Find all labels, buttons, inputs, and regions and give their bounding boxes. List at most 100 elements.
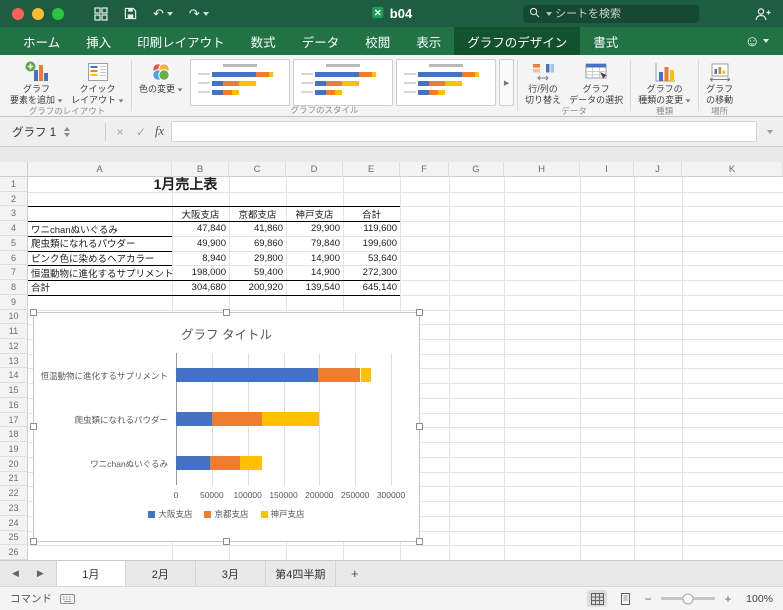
cell-table-title[interactable]: 1月売上表 bbox=[28, 176, 343, 192]
share-people-icon[interactable] bbox=[754, 7, 771, 21]
chart-title[interactable]: グラフ タイトル bbox=[34, 324, 419, 343]
column-header-E[interactable]: E bbox=[343, 162, 400, 177]
select-all-button[interactable] bbox=[0, 162, 28, 177]
search-input[interactable] bbox=[555, 7, 693, 20]
chart-style-thumbnail-2[interactable] bbox=[293, 59, 394, 106]
chart-style-thumbnail-1[interactable] bbox=[190, 59, 291, 106]
row-header-24[interactable]: 24 bbox=[0, 515, 28, 531]
redo-button[interactable]: ↷ bbox=[189, 7, 209, 20]
row-header-9[interactable]: 9 bbox=[0, 294, 28, 310]
insert-function-button[interactable]: fx bbox=[155, 124, 164, 139]
workbook-gallery-icon[interactable] bbox=[94, 6, 108, 21]
cell-value-r4c1[interactable]: 198,000 bbox=[172, 265, 229, 280]
chart-resize-handle-bottom-left[interactable] bbox=[30, 538, 37, 545]
row-header-18[interactable]: 18 bbox=[0, 427, 28, 443]
name-box[interactable]: グラフ 1 bbox=[12, 124, 98, 140]
ribbon-tab-6[interactable]: 表示 bbox=[403, 27, 454, 55]
name-box-stepper[interactable] bbox=[64, 126, 71, 137]
zoom-level-label[interactable]: 100% bbox=[741, 593, 773, 605]
select-data-button[interactable]: グラフ データの選択 bbox=[565, 59, 627, 107]
row-header-10[interactable]: 10 bbox=[0, 309, 28, 325]
row-header-21[interactable]: 21 bbox=[0, 471, 28, 487]
cell-column-header-4[interactable]: 合計 bbox=[343, 206, 400, 221]
cell-value-r4c4[interactable]: 272,300 bbox=[343, 265, 400, 280]
row-header-20[interactable]: 20 bbox=[0, 456, 28, 472]
minimize-window-button[interactable] bbox=[32, 7, 44, 20]
zoom-slider-knob[interactable] bbox=[682, 593, 694, 604]
cell-value-r3c3[interactable]: 14,900 bbox=[286, 251, 343, 266]
cell-column-header-1[interactable]: 大阪支店 bbox=[172, 206, 229, 221]
row-header-4[interactable]: 4 bbox=[0, 221, 28, 236]
chart-resize-handle-middle-right[interactable] bbox=[416, 423, 423, 430]
row-header-6[interactable]: 6 bbox=[0, 250, 28, 266]
cell-value-r4c3[interactable]: 14,900 bbox=[286, 265, 343, 280]
legend-item[interactable]: 大阪支店 bbox=[148, 508, 192, 520]
cell-column-header-3[interactable]: 神戸支店 bbox=[286, 206, 343, 221]
row-header-1[interactable]: 1 bbox=[0, 177, 28, 192]
cell-total-label[interactable]: 合計 bbox=[28, 280, 172, 295]
move-chart-button[interactable]: グラフ の移動 bbox=[702, 59, 737, 107]
cell-value-r1c4[interactable]: 119,600 bbox=[343, 221, 400, 236]
prev-sheet-icon[interactable]: ◀ bbox=[12, 568, 19, 579]
column-header-A[interactable]: A bbox=[28, 162, 172, 177]
chart-bar-segment[interactable] bbox=[176, 412, 212, 426]
feedback-smiley-button[interactable]: ☺ bbox=[745, 27, 769, 55]
sheet-tab-3[interactable]: 第4四半期 bbox=[266, 561, 336, 586]
zoom-out-button[interactable]: − bbox=[643, 592, 653, 606]
close-window-button[interactable] bbox=[12, 7, 24, 20]
zoom-in-button[interactable]: + bbox=[723, 592, 733, 606]
row-header-7[interactable]: 7 bbox=[0, 265, 28, 281]
page-layout-view-icon[interactable] bbox=[615, 590, 635, 607]
save-icon[interactable] bbox=[124, 7, 137, 20]
row-header-19[interactable]: 19 bbox=[0, 442, 28, 457]
ribbon-tab-0[interactable]: ホーム bbox=[10, 27, 73, 55]
chart-resize-handle-top-left[interactable] bbox=[30, 309, 37, 316]
chart-bar-segment[interactable] bbox=[317, 368, 361, 382]
cell-value-r3c1[interactable]: 8,940 bbox=[172, 251, 229, 266]
chart-bar-segment[interactable] bbox=[240, 456, 262, 470]
cell-value-r3c2[interactable]: 29,800 bbox=[229, 251, 286, 266]
cell-value-r1c2[interactable]: 41,860 bbox=[229, 221, 286, 236]
change-chart-type-button[interactable]: グラフの 種類の変更 bbox=[634, 59, 695, 107]
column-header-C[interactable]: C bbox=[229, 162, 286, 177]
legend-item[interactable]: 京都支店 bbox=[204, 508, 249, 520]
chart-bar-segment[interactable] bbox=[210, 456, 241, 470]
cell-row-label-2[interactable]: 爬虫類になれるパウダー bbox=[28, 236, 172, 251]
column-header-B[interactable]: B bbox=[172, 162, 229, 177]
chart-resize-handle-top-right[interactable] bbox=[416, 309, 423, 316]
chart-style-thumbnail-3[interactable] bbox=[396, 59, 497, 106]
gallery-more-button[interactable]: ▶ bbox=[499, 59, 515, 106]
cell-total-value-4[interactable]: 645,140 bbox=[343, 280, 400, 295]
row-header-12[interactable]: 12 bbox=[0, 339, 28, 354]
next-sheet-icon[interactable]: ▶ bbox=[37, 568, 44, 579]
cell-total-value-2[interactable]: 200,920 bbox=[229, 280, 286, 295]
ribbon-tab-1[interactable]: 挿入 bbox=[73, 27, 124, 55]
expand-formula-bar-button[interactable] bbox=[764, 129, 773, 134]
cell-value-r2c4[interactable]: 199,600 bbox=[343, 236, 400, 251]
cell-value-r2c1[interactable]: 49,900 bbox=[172, 236, 229, 251]
row-header-25[interactable]: 25 bbox=[0, 530, 28, 546]
row-header-14[interactable]: 14 bbox=[0, 368, 28, 384]
ribbon-tab-5[interactable]: 校閲 bbox=[352, 27, 403, 55]
add-chart-element-button[interactable]: グラフ 要素を追加 bbox=[6, 59, 67, 107]
cell-total-value-3[interactable]: 139,540 bbox=[286, 280, 343, 295]
chart-object[interactable]: グラフ タイトル 大阪支店 京都支店 神戸支店 0 50000 100000 150000… bbox=[30, 309, 423, 545]
ribbon-tab-8[interactable]: 書式 bbox=[580, 27, 631, 55]
column-header-F[interactable]: F bbox=[400, 162, 449, 177]
search-box[interactable] bbox=[523, 4, 699, 23]
chart-bar-segment[interactable] bbox=[211, 412, 262, 426]
row-header-26[interactable]: 26 bbox=[0, 545, 28, 560]
column-header-K[interactable]: K bbox=[682, 162, 783, 177]
row-header-8[interactable]: 8 bbox=[0, 280, 28, 295]
chart-resize-handle-bottom-center[interactable] bbox=[222, 538, 230, 545]
row-header-16[interactable]: 16 bbox=[0, 397, 28, 413]
column-header-G[interactable]: G bbox=[449, 162, 504, 177]
column-header-H[interactable]: H bbox=[504, 162, 580, 177]
row-header-5[interactable]: 5 bbox=[0, 235, 28, 251]
undo-button[interactable]: ↶ bbox=[153, 7, 173, 20]
cell-value-r1c1[interactable]: 47,840 bbox=[172, 221, 229, 236]
legend-item[interactable]: 神戸支店 bbox=[260, 508, 305, 520]
cell-row-label-1[interactable]: ワニchanぬいぐるみ bbox=[28, 221, 172, 236]
row-header-15[interactable]: 15 bbox=[0, 383, 28, 398]
enter-button[interactable]: ✓ bbox=[134, 125, 148, 139]
